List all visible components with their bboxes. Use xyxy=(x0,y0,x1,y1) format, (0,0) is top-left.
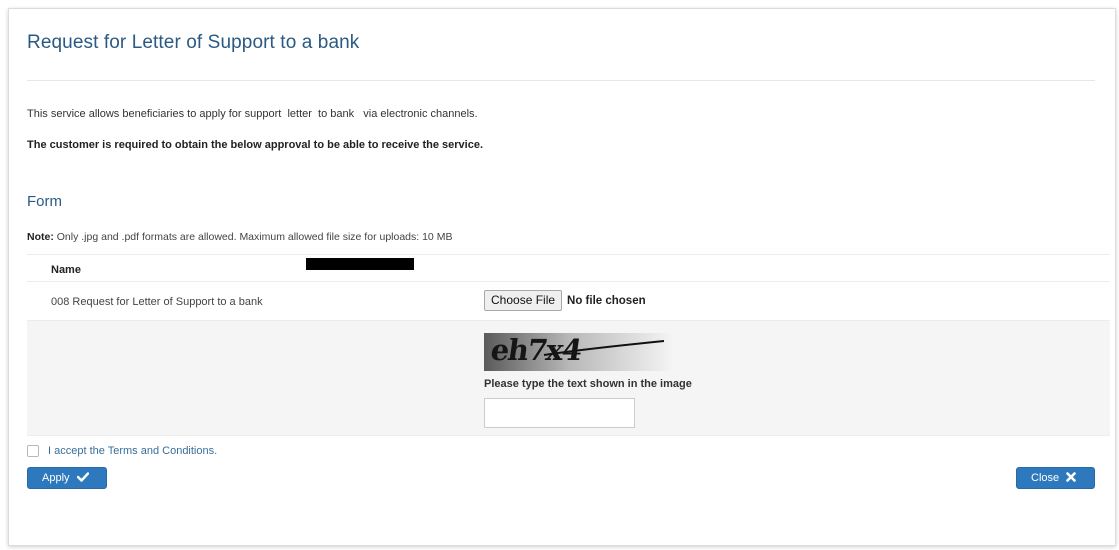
form-heading: Form xyxy=(27,193,62,210)
page-title: Request for Letter of Support to a bank xyxy=(27,32,360,53)
apply-button[interactable]: Apply xyxy=(27,467,107,489)
x-icon xyxy=(1066,471,1076,485)
upload-document-label: 008 Request for Letter of Support to a b… xyxy=(51,296,263,308)
row-divider xyxy=(27,254,1110,255)
checkmark-icon xyxy=(76,471,89,485)
note-label: Note: xyxy=(27,231,54,243)
terms-label[interactable]: I accept the Terms and Conditions. xyxy=(48,445,217,457)
title-divider xyxy=(27,80,1095,81)
file-upload-control: Choose File No file chosen xyxy=(484,290,646,311)
terms-checkbox[interactable] xyxy=(27,445,39,457)
redacted-name-value xyxy=(306,258,414,270)
file-status-text: No file chosen xyxy=(567,294,646,307)
row-divider xyxy=(27,281,1110,282)
captcha-prompt: Please type the text shown in the image xyxy=(484,378,692,390)
close-button[interactable]: Close xyxy=(1016,467,1095,489)
close-label: Close xyxy=(1031,472,1060,484)
captcha-image: eh7x4 xyxy=(484,333,674,371)
service-description: This service allows beneficiaries to app… xyxy=(27,108,478,120)
captcha-input[interactable] xyxy=(484,398,635,428)
terms-row: I accept the Terms and Conditions. xyxy=(27,445,217,457)
service-requirement: The customer is required to obtain the b… xyxy=(27,139,484,151)
name-label: Name xyxy=(51,264,81,276)
captcha-text: eh7x4 xyxy=(488,333,584,367)
apply-label: Apply xyxy=(42,472,70,484)
note-text: Only .jpg and .pdf formats are allowed. … xyxy=(53,231,453,243)
dialog-frame xyxy=(8,8,1116,546)
choose-file-button[interactable]: Choose File xyxy=(484,290,563,311)
upload-note: Note: Only .jpg and .pdf formats are all… xyxy=(27,231,452,243)
